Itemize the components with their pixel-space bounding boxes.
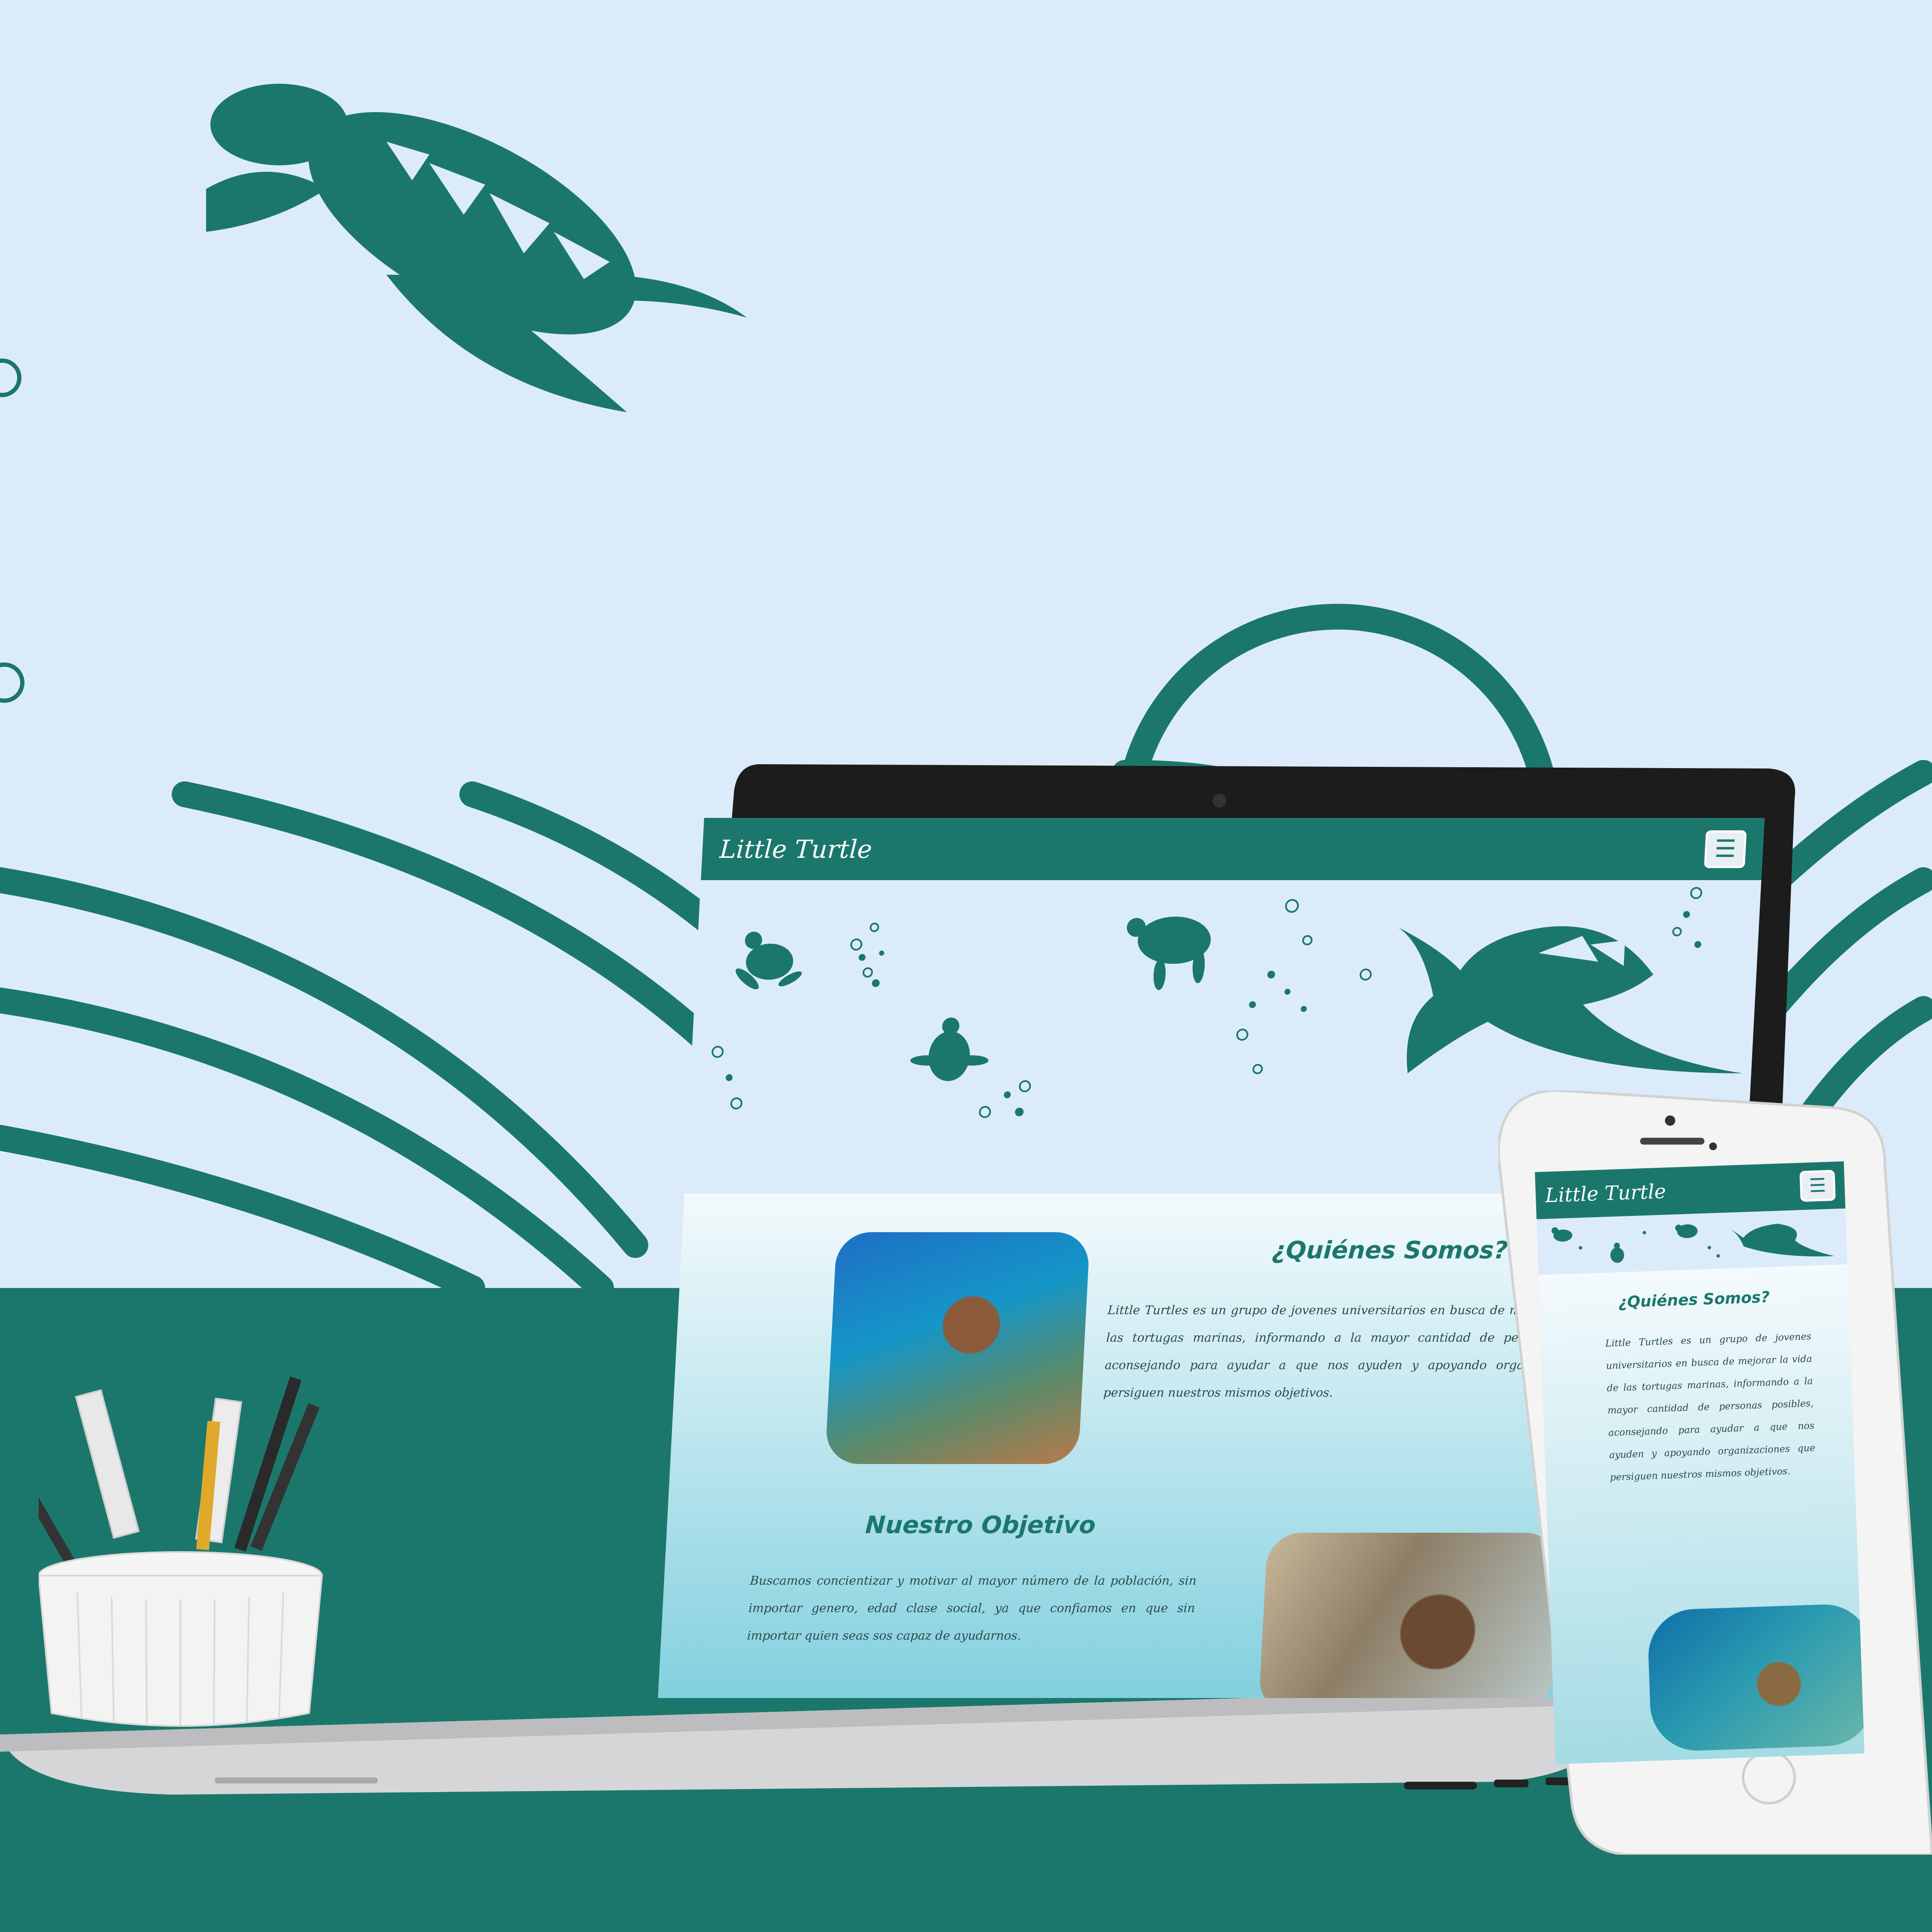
objective-title: Nuestro Objetivo: [864, 1511, 1097, 1539]
hamburger-icon: ☰: [1808, 1174, 1827, 1197]
objective-text: Buscamos concientizar y motivar al mayor…: [747, 1574, 1197, 1643]
site-brand[interactable]: Little Turtle: [719, 835, 873, 864]
turtle-icon: [1551, 1227, 1573, 1242]
turtle-icon: [1675, 1224, 1698, 1238]
turtle-icon: [910, 1018, 989, 1081]
turtle-icon: [1610, 1242, 1624, 1263]
phone-site-brand[interactable]: Little Turtle: [1545, 1179, 1666, 1207]
turtle-icon: [1127, 917, 1211, 990]
phone-website: Little Turtle ☰ ¿Quiénes Somos? Little T…: [1535, 1161, 1865, 1765]
mockup-scene: Little Turtle ☰ ¿Quiénes Somos? Little T…: [0, 0, 1932, 1932]
hamburger-menu-button[interactable]: ☰: [1704, 830, 1747, 868]
phone-hamburger-menu-button[interactable]: ☰: [1799, 1170, 1836, 1202]
phone-about-text: Little Turtles es un grupo de jovenes un…: [1605, 1331, 1816, 1483]
navbar: Little Turtle ☰: [701, 818, 1765, 880]
turtle-silhouette-icon: [206, 84, 747, 412]
phone-about-title: ¿Quiénes Somos?: [1618, 1288, 1770, 1312]
about-title: ¿Quiénes Somos?: [1271, 1236, 1509, 1264]
laptop-base: [0, 1687, 1614, 1795]
large-turtle-icon: [1725, 1224, 1835, 1257]
phone-content-section: ¿Quiénes Somos? Little Turtles es un gru…: [1538, 1264, 1865, 1765]
hamburger-icon: ☰: [1713, 835, 1737, 863]
turtle-swimming-photo: [825, 1232, 1091, 1464]
turtle-icon: [735, 932, 802, 990]
turtle-net-photo: [1646, 1603, 1865, 1753]
pencil-cup-image: [39, 1376, 323, 1727]
phone-hero-banner: [1536, 1208, 1847, 1275]
